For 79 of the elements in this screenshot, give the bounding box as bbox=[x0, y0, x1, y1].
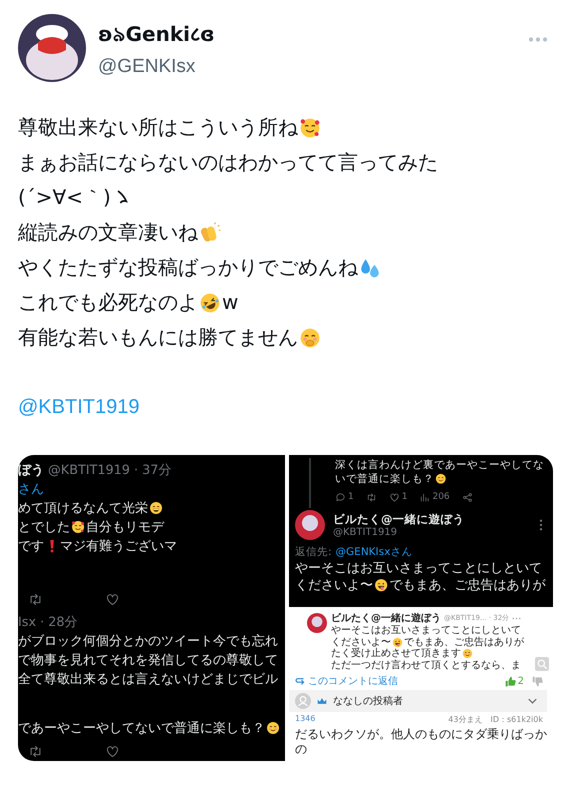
post-text: であーやこーやしてないで普通に楽しも？ bbox=[18, 720, 265, 738]
smiling-face-icon bbox=[266, 721, 280, 736]
like-count: 2 bbox=[518, 676, 524, 686]
crown-icon bbox=[317, 697, 327, 705]
tweet-text: (´>∀<｀) bbox=[18, 184, 111, 211]
tweet-text: w bbox=[222, 289, 238, 316]
tweet-text: 縦読みの文章凄いね bbox=[18, 219, 198, 246]
comment-icon[interactable] bbox=[335, 492, 346, 502]
profile-avatar[interactable] bbox=[18, 14, 86, 82]
more-options-icon[interactable] bbox=[539, 519, 543, 531]
heart-icon[interactable] bbox=[388, 492, 400, 502]
poster-name: ななしの投稿者 bbox=[333, 694, 404, 708]
tweet-text: 有能な若いもんには勝てません bbox=[18, 324, 298, 351]
retweet-icon[interactable] bbox=[28, 744, 43, 759]
share-icon[interactable] bbox=[462, 492, 473, 502]
smiling-face-icon bbox=[462, 648, 473, 660]
heart-icon[interactable] bbox=[105, 592, 120, 607]
comment-meta: 43分まえ ID：s61k2i0k bbox=[448, 714, 543, 725]
post-meta: Isx · 28分 bbox=[18, 614, 78, 632]
mention-link[interactable]: @GENKIsxさん bbox=[336, 544, 412, 560]
retweet-icon[interactable] bbox=[28, 592, 43, 607]
droplets-icon bbox=[359, 256, 381, 278]
post-text: とでした bbox=[18, 519, 70, 537]
thumbs-down-icon[interactable] bbox=[532, 676, 543, 686]
post-text: めて頂けるなんて光栄 bbox=[18, 500, 148, 518]
tweet-text: 尊敬出来ない所はこういう所ね bbox=[18, 114, 298, 141]
display-name: ʚ৯Genki८ɞ bbox=[98, 20, 216, 48]
retweet-icon[interactable] bbox=[366, 492, 377, 502]
reply-link[interactable]: このコメントに返信 bbox=[295, 674, 497, 688]
views-count: 206 bbox=[432, 491, 450, 504]
comment-text: だるいわクソが。他人のものにタダ乗りばっかの bbox=[294, 726, 547, 757]
reply-count: 1 bbox=[348, 491, 354, 504]
clapping-hands-icon bbox=[199, 222, 221, 244]
post-meta: 返信先: bbox=[295, 545, 332, 560]
quoted-text: でもまあ、ご忠告はありが bbox=[404, 636, 524, 648]
tweet-text: これでも必死なのよ bbox=[18, 289, 198, 316]
quoted-text: くださいよ〜 bbox=[331, 636, 391, 648]
comment-number: 1346 bbox=[295, 714, 316, 725]
laughing-face-icon bbox=[199, 292, 221, 314]
bar-chart-icon[interactable] bbox=[419, 492, 430, 502]
mention-link[interactable]: さん bbox=[18, 480, 44, 499]
post-text: 自分もリモデ bbox=[86, 519, 164, 537]
quoted-text: たく受け止めさせて頂きます bbox=[331, 648, 461, 660]
display-name: ビルたく@一緒に遊ぼう bbox=[331, 612, 441, 625]
post-meta: @KBTIT1919 · 37分 bbox=[48, 462, 172, 480]
post-text: いで普通に楽しも？ bbox=[335, 472, 434, 486]
post-text: 全て尊敬出来るとは言えないけどまじでビル bbox=[18, 671, 278, 689]
thumbs-up-icon[interactable] bbox=[504, 676, 516, 686]
quoted-text: ただ一つだけ言わせて頂くとするなら、ま bbox=[331, 660, 521, 671]
display-name: ビルたく@一緒に遊ぼう bbox=[333, 512, 466, 527]
like-count: 1 bbox=[402, 491, 408, 504]
tweet-text: まぁお話にならないのはわかってて言ってみた bbox=[18, 149, 438, 176]
tweet-text: やくたたずな投稿ばっかりでごめんね bbox=[18, 254, 358, 281]
post-text: です bbox=[18, 538, 44, 556]
post-text: でもまあ、ご忠告はありが bbox=[389, 577, 546, 594]
heart-icon[interactable] bbox=[105, 744, 120, 759]
username: @KBTIT1919 bbox=[333, 527, 398, 538]
display-name: ぼう bbox=[18, 462, 44, 480]
post-text: 深くは言わんけど裏であーやこーやしてな bbox=[335, 458, 544, 472]
post-text: マジ有難うございマ bbox=[60, 538, 178, 556]
user-avatar[interactable] bbox=[295, 510, 325, 540]
post-text: がブロック何個分とかのツイート今でも忘れ bbox=[18, 633, 278, 651]
more-options-icon bbox=[512, 616, 522, 620]
user-icon bbox=[295, 693, 311, 709]
smiling-face-with-hearts-icon bbox=[71, 520, 86, 535]
smiling-face-icon bbox=[435, 473, 447, 485]
post-text: やーそこはお互いさまってことにしといて bbox=[295, 560, 542, 577]
grinning-face-icon bbox=[149, 501, 164, 516]
reply-arrow-icon bbox=[295, 676, 305, 686]
user-avatar bbox=[307, 613, 327, 633]
face-with-tongue-icon bbox=[392, 636, 403, 648]
post-text: くださいよ〜 bbox=[295, 577, 373, 594]
quoted-text: やーそこはお互いさまってことにしといて bbox=[331, 625, 521, 636]
chevron-down-icon[interactable] bbox=[528, 698, 537, 704]
username: @GENKIsx bbox=[98, 56, 196, 78]
face-with-hand-icon bbox=[299, 326, 321, 348]
face-with-tongue-icon bbox=[374, 578, 388, 593]
post-text: で物事を見れてそれを発信してるの尊敬して bbox=[18, 652, 278, 670]
smiling-face-with-hearts-icon bbox=[299, 116, 321, 138]
